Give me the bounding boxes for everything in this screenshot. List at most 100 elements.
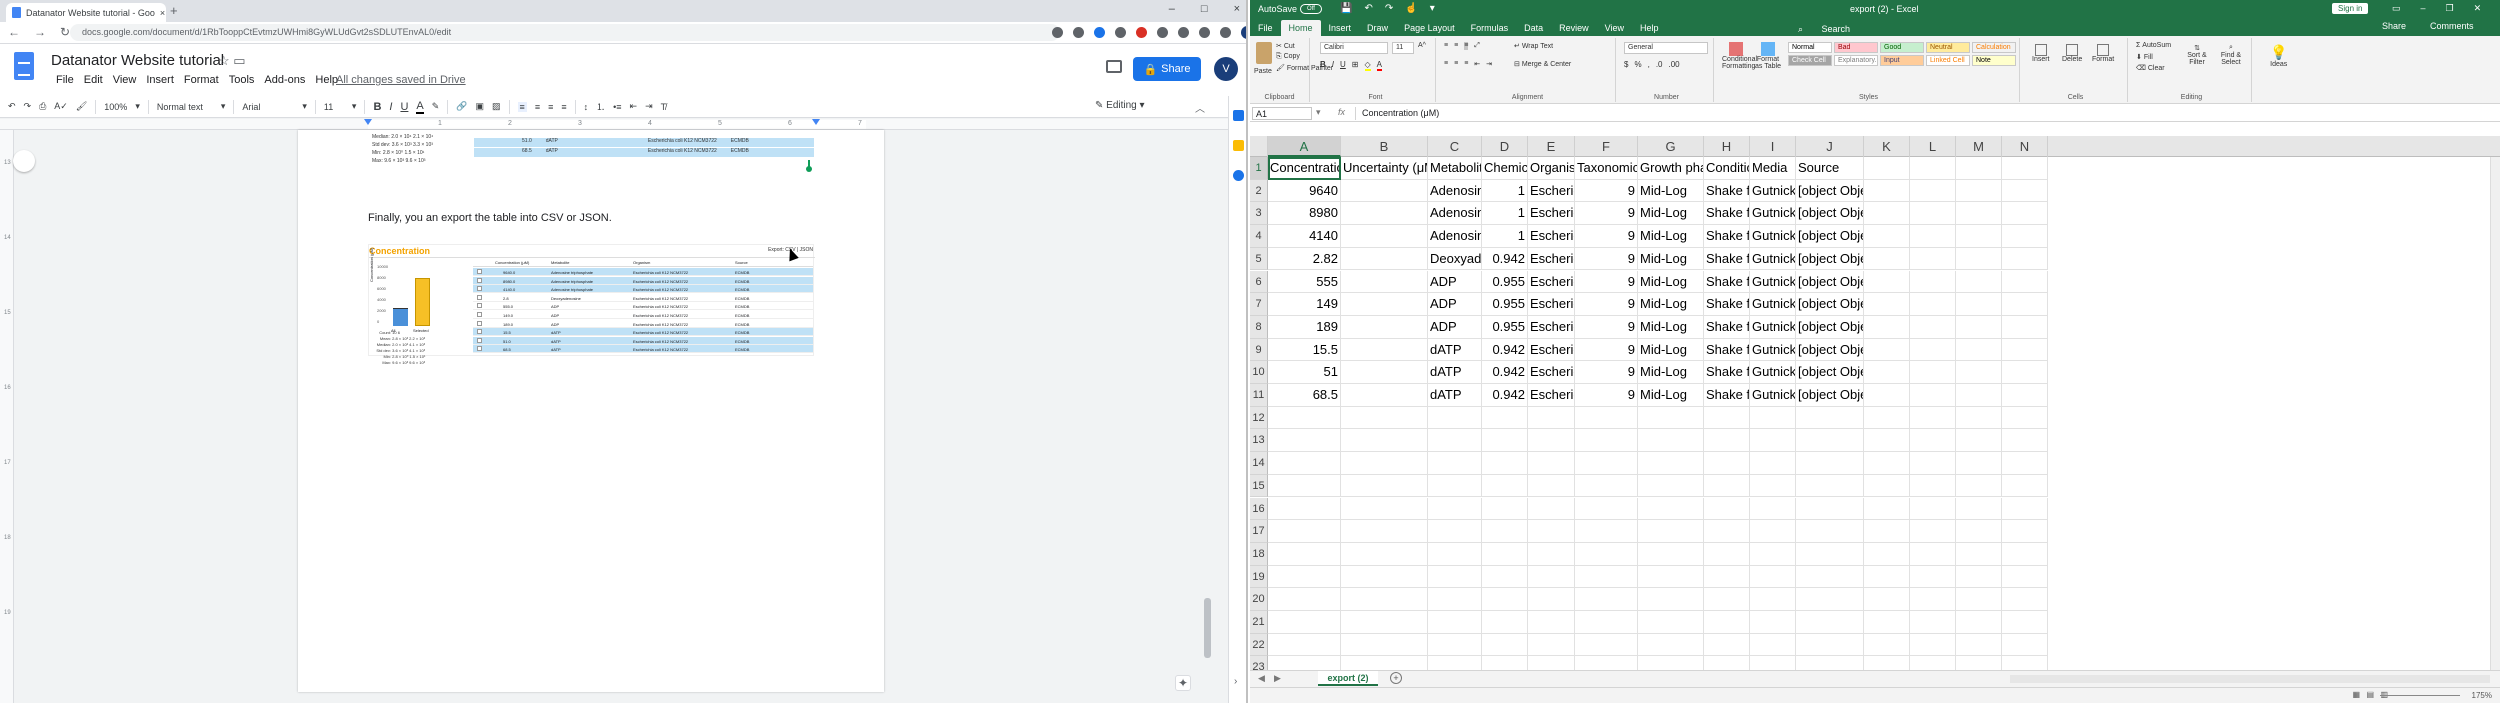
table-cell[interactable]: Gutnick minimal media (1750, 247, 1796, 271)
currency-icon[interactable]: $ (1624, 60, 1628, 69)
table-cell[interactable]: 149 (1268, 293, 1341, 316)
empty-cell[interactable] (1704, 542, 1750, 566)
row-header[interactable]: 7 (1250, 293, 1268, 316)
table-cell[interactable]: 9 (1575, 179, 1638, 203)
find-select-button[interactable]: ⌕ Find & Select (2216, 44, 2246, 66)
right-indent-marker[interactable] (812, 119, 820, 125)
empty-cell[interactable] (1750, 565, 1796, 589)
empty-cell[interactable] (1638, 452, 1704, 475)
table-cell[interactable]: 9 (1575, 315, 1638, 339)
table-cell[interactable]: Adenosine triphosphate (1428, 225, 1482, 248)
table-cell[interactable]: [object Object] (1796, 338, 1864, 362)
comma-icon[interactable]: , (1648, 60, 1650, 69)
align-left-icon[interactable]: ≡ (517, 101, 527, 112)
justify-icon[interactable]: ≡ (561, 102, 566, 112)
column-header-b[interactable]: B (1341, 136, 1428, 157)
empty-cell[interactable] (2002, 179, 2048, 203)
chevron-down-icon[interactable]: ▾ (1316, 107, 1321, 118)
align-right-icon[interactable]: ≡ (1464, 60, 1468, 68)
row-checkbox[interactable] (477, 303, 482, 309)
insert-function-icon[interactable]: fx (1338, 107, 1345, 117)
save-icon[interactable]: 💾 (1340, 3, 1352, 14)
empty-cell[interactable] (1528, 474, 1575, 498)
bold-button[interactable]: B (1320, 60, 1326, 71)
empty-cell[interactable] (1864, 247, 1910, 271)
editing-mode-select[interactable]: ✎ Editing ▾ (1095, 100, 1145, 111)
docs-logo-icon[interactable] (14, 52, 34, 80)
empty-cell[interactable] (1638, 542, 1704, 566)
menu-tools[interactable]: Tools (224, 74, 260, 86)
tab-page-layout[interactable]: Page Layout (1396, 20, 1463, 36)
share-button[interactable]: Share (2382, 21, 2406, 31)
empty-cell[interactable] (1864, 565, 1910, 589)
empty-cell[interactable] (2002, 338, 2048, 362)
row-header[interactable]: 11 (1250, 384, 1268, 407)
zoom-slider[interactable] (2380, 695, 2460, 696)
empty-cell[interactable] (1864, 633, 1910, 657)
empty-cell[interactable] (1956, 633, 2002, 657)
table-cell[interactable]: ADP (1428, 293, 1482, 316)
empty-cell[interactable] (1864, 520, 1910, 543)
empty-cell[interactable] (1575, 565, 1638, 589)
row-header[interactable]: 1 (1250, 157, 1268, 180)
empty-cell[interactable] (1864, 179, 1910, 203)
table-cell[interactable]: dATP (1428, 361, 1482, 384)
table-cell[interactable]: [object Object] (1796, 179, 1864, 203)
paste-button[interactable]: Paste (1254, 68, 1272, 75)
empty-cell[interactable] (1864, 157, 1910, 180)
cell-style-linked-cell[interactable]: Linked Cell (1926, 55, 1970, 66)
table-cell[interactable]: Mid-Log (1638, 202, 1704, 226)
tab-file[interactable]: File (1250, 20, 1281, 36)
empty-cell[interactable] (1910, 202, 1956, 226)
tab-insert[interactable]: Insert (1321, 20, 1360, 36)
vertical-ruler[interactable]: 13 14 15 16 17 18 19 (0, 130, 14, 703)
format-as-table-button[interactable]: Format as Table (1754, 42, 1782, 70)
empty-cell[interactable] (1956, 247, 2002, 271)
empty-cell[interactable] (1268, 429, 1341, 453)
header-cell[interactable]: Growth phase (1638, 157, 1704, 180)
table-cell[interactable]: 555 (1268, 270, 1341, 294)
row-header[interactable]: 3 (1250, 202, 1268, 226)
empty-cell[interactable] (1956, 315, 2002, 339)
table-cell[interactable]: [object Object] (1796, 361, 1864, 384)
empty-cell[interactable] (1956, 361, 2002, 384)
empty-cell[interactable] (1796, 474, 1864, 498)
reload-icon[interactable]: ↻ (60, 25, 70, 39)
empty-cell[interactable] (1428, 474, 1482, 498)
table-cell[interactable]: 1 (1482, 225, 1528, 248)
table-cell[interactable]: 9 (1575, 338, 1638, 362)
empty-cell[interactable] (1750, 542, 1796, 566)
empty-cell[interactable] (1910, 384, 1956, 407)
empty-cell[interactable] (1956, 225, 2002, 248)
menu-addons[interactable]: Add-ons (259, 74, 310, 86)
address-bar[interactable]: docs.google.com/document/d/1RbTooppCtEvt… (70, 24, 1060, 41)
decrease-indent-icon[interactable]: ⇤ (630, 101, 638, 112)
comments-button[interactable]: Comments (2430, 21, 2474, 31)
italic-button[interactable]: I (389, 101, 392, 113)
table-cell[interactable]: [object Object] (1796, 247, 1864, 271)
empty-cell[interactable] (1482, 429, 1528, 453)
font-color-icon[interactable]: A (1376, 60, 1382, 71)
page-layout-view-icon[interactable]: ▤ (2366, 690, 2374, 699)
empty-cell[interactable] (1910, 565, 1956, 589)
empty-cell[interactable] (1341, 588, 1428, 611)
empty-cell[interactable] (1528, 542, 1575, 566)
merge-center-button[interactable]: ⊟ Merge & Center (1514, 60, 1571, 68)
orientation-icon[interactable]: ⤢ (1474, 42, 1480, 50)
table-cell[interactable]: Mid-Log (1638, 247, 1704, 271)
row-header[interactable]: 8 (1250, 315, 1268, 339)
row-header[interactable]: 20 (1250, 588, 1268, 611)
table-cell[interactable] (1341, 384, 1428, 407)
redo-icon[interactable]: ↷ (1385, 3, 1393, 14)
table-cell[interactable]: 9 (1575, 384, 1638, 407)
empty-cell[interactable] (2002, 384, 2048, 407)
row-checkbox[interactable] (477, 294, 482, 300)
borders-icon[interactable]: ⊞ (1352, 60, 1359, 71)
extension-icon[interactable] (1115, 27, 1126, 38)
empty-cell[interactable] (1482, 565, 1528, 589)
insert-cells-button[interactable]: Insert (2032, 44, 2050, 63)
table-cell[interactable]: Escherichia coli K12 NCM3722 (1528, 384, 1575, 407)
empty-cell[interactable] (1341, 429, 1428, 453)
autosave-toggle[interactable]: Off (1300, 4, 1322, 14)
image-resize-handle-dot[interactable] (806, 166, 812, 172)
